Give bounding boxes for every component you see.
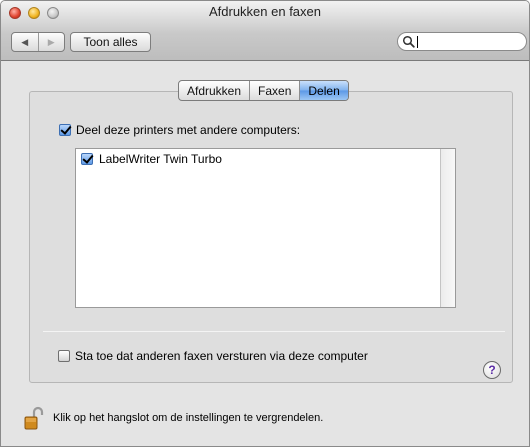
- allow-fax-label: Sta toe dat anderen faxen versturen via …: [75, 349, 368, 363]
- search-caret: [417, 35, 418, 48]
- allow-fax-row[interactable]: Sta toe dat anderen faxen versturen via …: [58, 349, 368, 363]
- preferences-window: Afdrukken en faxen ◀ ▶ Toon alles Afdruk…: [0, 0, 530, 447]
- section-divider: [43, 331, 505, 332]
- help-icon: ?: [488, 363, 496, 377]
- printer-list-item[interactable]: LabelWriter Twin Turbo: [81, 152, 222, 166]
- forward-button[interactable]: ▶: [37, 33, 65, 51]
- lock-area: Klik op het hangslot om de instellingen …: [23, 406, 323, 430]
- share-printers-checkbox[interactable]: [59, 124, 71, 136]
- show-all-button[interactable]: Toon alles: [70, 32, 151, 52]
- back-button[interactable]: ◀: [12, 33, 38, 51]
- printer-name: LabelWriter Twin Turbo: [99, 152, 222, 166]
- tab-faxen[interactable]: Faxen: [250, 81, 301, 100]
- allow-fax-checkbox[interactable]: [58, 350, 70, 362]
- search-field[interactable]: [397, 32, 527, 51]
- tab-afdrukken[interactable]: Afdrukken: [179, 81, 251, 100]
- share-printers-row[interactable]: Deel deze printers met andere computers:: [59, 123, 300, 137]
- search-icon: [402, 35, 415, 48]
- back-forward-control: ◀ ▶: [11, 32, 65, 52]
- printer-checkbox[interactable]: [81, 153, 93, 165]
- help-button[interactable]: ?: [483, 361, 501, 379]
- printer-list-scrollbar[interactable]: [440, 149, 455, 307]
- tab-delen[interactable]: Delen: [300, 81, 348, 100]
- title-bar[interactable]: Afdrukken en faxen ◀ ▶ Toon alles: [1, 1, 529, 61]
- lock-icon[interactable]: [23, 406, 45, 430]
- printer-list: LabelWriter Twin Turbo: [75, 148, 456, 308]
- lock-hint-text: Klik op het hangslot om de instellingen …: [53, 412, 324, 424]
- window-title: Afdrukken en faxen: [208, 4, 322, 19]
- tab-bar: Afdrukken Faxen Delen: [178, 80, 349, 101]
- share-printers-label: Deel deze printers met andere computers:: [76, 123, 301, 137]
